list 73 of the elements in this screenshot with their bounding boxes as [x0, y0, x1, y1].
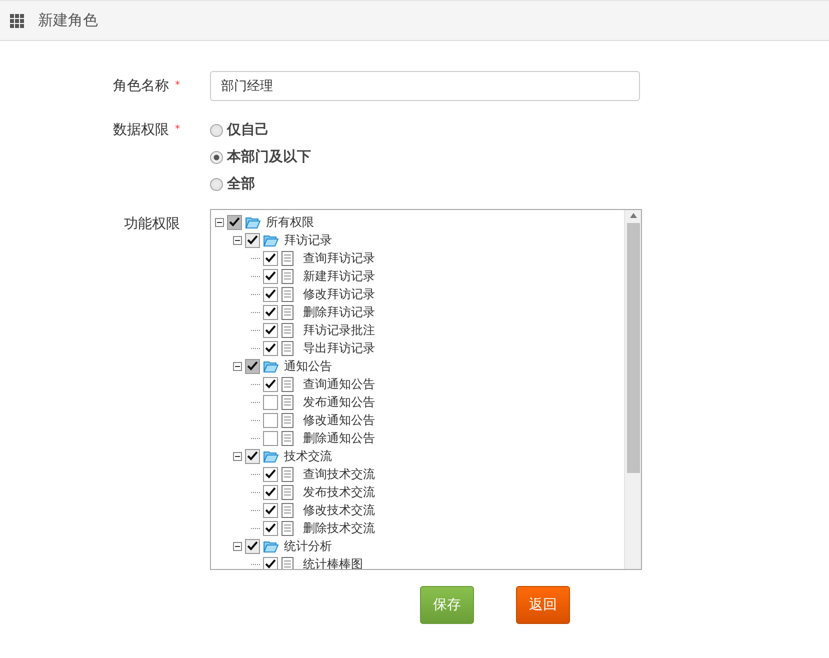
document-icon [281, 520, 294, 536]
tree-item-label[interactable]: 统计分析 [284, 538, 332, 554]
checkbox[interactable] [263, 250, 278, 266]
radio-option[interactable]: 全部 [210, 173, 311, 195]
folder-icon [245, 216, 261, 228]
tree-item-label[interactable]: 修改通知公告 [303, 412, 375, 428]
tree-item-label[interactable]: 通知公告 [284, 358, 332, 374]
checkbox[interactable] [263, 502, 278, 518]
tree-item-label[interactable]: 技术交流 [284, 448, 332, 464]
document-icon [281, 502, 294, 518]
page-title: 新建角色 [38, 11, 98, 30]
tree-item-label[interactable]: 统计棒棒图 [303, 556, 363, 569]
tree-item-label[interactable]: 删除拜访记录 [303, 304, 375, 320]
tree-item-label[interactable]: 拜访记录 [284, 232, 332, 248]
tree-item-label[interactable]: 所有权限 [266, 214, 314, 230]
checkbox[interactable] [263, 484, 278, 500]
tree-item-label[interactable]: 拜访记录批注 [303, 322, 375, 338]
document-icon [281, 556, 294, 569]
checkbox[interactable] [263, 322, 278, 338]
checkbox[interactable] [263, 340, 278, 356]
field-label: 数据权限 [113, 121, 169, 140]
checkbox[interactable] [263, 394, 278, 410]
tree-item-label[interactable]: 删除通知公告 [303, 430, 375, 446]
tree-item-label[interactable]: 导出拜访记录 [303, 340, 375, 356]
document-icon [281, 376, 294, 392]
field-label: 功能权限 [124, 215, 180, 234]
checkbox[interactable] [263, 304, 278, 320]
document-icon [281, 304, 294, 320]
checkbox[interactable] [263, 520, 278, 536]
scrollbar[interactable] [624, 210, 641, 569]
document-icon [281, 322, 294, 338]
tree-item-label[interactable]: 修改技术交流 [303, 502, 375, 518]
checkbox[interactable] [263, 286, 278, 302]
tree-item-label[interactable]: 修改拜访记录 [303, 286, 375, 302]
checkbox[interactable] [263, 466, 278, 482]
tree-item-label[interactable]: 删除技术交流 [303, 520, 375, 536]
checkbox[interactable] [263, 268, 278, 284]
document-icon [281, 268, 294, 284]
required-mark: * [175, 123, 180, 137]
document-icon [281, 394, 294, 410]
tree-item-label[interactable]: 查询通知公告 [303, 376, 375, 392]
folder-icon [263, 450, 279, 462]
document-icon [281, 484, 294, 500]
document-icon [281, 250, 294, 266]
tree-item-label[interactable]: 查询拜访记录 [303, 250, 375, 266]
minus-icon[interactable] [233, 542, 242, 550]
minus-icon[interactable] [233, 452, 242, 460]
tree-item-label[interactable]: 发布技术交流 [303, 484, 375, 500]
tree-item-label[interactable]: 发布通知公告 [303, 394, 375, 410]
folder-icon [263, 540, 279, 552]
document-icon [281, 340, 294, 356]
minus-icon[interactable] [233, 362, 242, 370]
input-field[interactable]: 部门经理 [210, 71, 640, 101]
minus-icon[interactable] [233, 236, 242, 244]
scroll-up-icon[interactable] [630, 213, 636, 218]
radio-option[interactable]: 本部门及以下 [210, 146, 311, 168]
folder-icon [263, 234, 279, 246]
document-icon [281, 286, 294, 302]
document-icon [281, 412, 294, 428]
folder-icon [263, 360, 279, 372]
checkbox[interactable] [263, 376, 278, 392]
grid-icon [10, 14, 24, 28]
checkbox[interactable] [263, 556, 278, 569]
document-icon [281, 466, 294, 482]
checkbox[interactable] [263, 412, 278, 428]
required-mark: * [175, 79, 180, 93]
tree-item-label[interactable]: 新建拜访记录 [303, 268, 375, 284]
tree-item-label[interactable]: 查询技术交流 [303, 466, 375, 482]
checkbox[interactable] [263, 430, 278, 446]
radio-option[interactable]: 仅自己 [210, 119, 311, 141]
minus-icon[interactable] [215, 218, 224, 226]
document-icon [281, 430, 294, 446]
field-label: 角色名称 [113, 77, 169, 96]
